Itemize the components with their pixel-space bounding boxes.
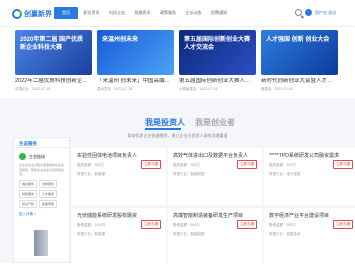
service-tag[interactable]: 人才服务	[39, 189, 58, 198]
news-card[interactable]: 来温州创未来「来温州 创未来」中国高端人才交流会温州发布 · 2022-07-1…	[97, 30, 174, 92]
nav-home[interactable]: 首页	[54, 7, 78, 19]
details-link[interactable]: 进入详情 >	[19, 212, 64, 217]
project-title[interactable]: *****TPO系统研发公司融资需求	[269, 152, 353, 159]
news-title[interactable]: 「来温州 创未来」中国高端人才交流会	[97, 78, 174, 85]
project-card[interactable]: *****TPO系统研发公司融资需求 融资金额：200万 所属行业：电子信息 立即沟通	[264, 148, 355, 205]
project-title[interactable]: 数字经济产业平台建设项目	[269, 212, 353, 219]
news-card[interactable]: 人才强国 创新 创业大会新时代创新创业大会暨人才交流会 组委会 · 2022-07…	[261, 30, 338, 92]
project-card[interactable]: 实验性固体电池项目负责人 融资金额：500万 所属行业：新能源 立即沟通	[72, 148, 166, 205]
project-industry: 所属行业：智能制造	[173, 172, 205, 176]
building-illustration	[34, 230, 48, 256]
tab-investor[interactable]: 我是投资人	[145, 117, 185, 128]
header-tools: 用户名 退出	[295, 9, 336, 16]
sidebar-description: 企业在创业过程中需要各种生态资源服务，帮助企业快速对接所需资源。	[19, 163, 65, 176]
service-tags: 融资服务 法律服务 财税服务 人才服务 知识产权 政策申报	[19, 179, 64, 208]
nav-item[interactable]: 企业动态	[182, 7, 206, 19]
service-tag[interactable]: 知识产权	[19, 199, 38, 208]
avatar[interactable]	[305, 9, 312, 16]
sidebar-title: 生态服务	[14, 138, 69, 148]
news-banner[interactable]: 来温州创未来	[97, 30, 174, 75]
project-card[interactable]: 高端智能制造装备研发生产项目 融资金额：800万 所属行业：智能制造 立即沟通	[168, 208, 262, 265]
logo-icon	[12, 9, 22, 19]
user-name[interactable]: 用户名 退出	[315, 10, 336, 16]
contact-button[interactable]: 立即沟通	[333, 220, 353, 229]
project-title[interactable]: 高端智能制造装备研发生产项目	[173, 212, 257, 219]
service-tag[interactable]: 政策申报	[39, 199, 58, 208]
project-title[interactable]: 光伏储能系统研发股权融资	[77, 212, 161, 219]
main-nav: 首页 职位资讯 科技企业 投融资讯 政策服务 企业动态 招聘通知	[54, 7, 233, 19]
contact-button[interactable]: 立即沟通	[141, 160, 161, 169]
section-tabs: 我是投资人 我是创业者	[145, 117, 235, 128]
service-tag[interactable]: 财税服务	[19, 189, 38, 198]
project-industry: 所属行业：新能源	[77, 172, 105, 176]
service-tag[interactable]: 法律服务	[39, 179, 58, 188]
news-meta: 温州发布 · 2022-07-15	[97, 87, 133, 91]
project-card[interactable]: 光伏储能系统研发股权融资 融资金额：1000万 所属行业：新能源 立即沟通	[72, 208, 166, 265]
news-title[interactable]: 2022年二届优质科技创新企业赛开幕仪式	[15, 78, 92, 85]
news-meta: 大赛组委会 · 2022-07-15	[179, 87, 218, 91]
contact-button[interactable]: 立即沟通	[333, 160, 353, 169]
project-card[interactable]: 高效气体进出口及数据平台负责人 融资金额：300万 所属行业：智能制造 立即沟通	[168, 148, 262, 205]
project-title[interactable]: 实验性固体电池项目负责人	[77, 152, 161, 159]
leaf-icon	[19, 153, 26, 160]
contact-button[interactable]: 立即沟通	[141, 220, 161, 229]
tab-founder[interactable]: 我是创业者	[195, 117, 235, 128]
nav-item[interactable]: 招聘通知	[207, 7, 231, 19]
news-meta: 组委会 · 2022-07-15	[261, 87, 293, 91]
news-meta: 中国企业 · 2022-07-15	[15, 87, 51, 91]
nav-item[interactable]: 政策服务	[156, 7, 180, 19]
project-grid: 实验性固体电池项目负责人 融资金额：500万 所属行业：新能源 立即沟通 高效气体进出…	[72, 148, 355, 265]
news-banner[interactable]: 2020年第二届 国产优质新企业科技大赛	[15, 30, 92, 75]
nav-item[interactable]: 职位资讯	[80, 7, 104, 19]
news-card[interactable]: 2020年第二届 国产优质新企业科技大赛 2022年二届优质科技创新企业赛开幕仪式…	[15, 30, 92, 92]
service-tag[interactable]: 融资服务	[19, 179, 38, 188]
contact-button[interactable]: 立即沟通	[237, 160, 257, 169]
news-card[interactable]: 第五届国际创新创业大赛 人才交流会第五届国际创新创业大赛人才交流会开幕大赛组委会…	[179, 30, 256, 92]
project-title[interactable]: 高效气体进出口及数据平台负责人	[173, 152, 257, 159]
project-card[interactable]: 数字经济产业平台建设项目 融资金额：500万 所属行业：信息技术 立即沟通	[264, 208, 355, 265]
project-industry: 所属行业：电子信息	[269, 172, 301, 176]
news-banner[interactable]: 人才强国 创新 创业大会	[261, 30, 338, 75]
nav-item[interactable]: 投融资讯	[131, 7, 155, 19]
project-industry: 所属行业：智能制造	[173, 232, 205, 236]
news-title[interactable]: 新时代创新创业大会暨人才交流会	[261, 78, 338, 85]
contact-button[interactable]: 立即沟通	[237, 220, 257, 229]
sidebar-item[interactable]: 生态链接	[19, 153, 64, 160]
project-industry: 所属行业：信息技术	[269, 232, 301, 236]
search-icon[interactable]	[295, 9, 302, 16]
ecosystem-sidebar: 生态服务 生态链接 企业在创业过程中需要各种生态资源服务，帮助企业快速对接所需资…	[13, 137, 70, 263]
logo[interactable]: 创赢新界	[12, 8, 54, 20]
nav-item[interactable]: 科技企业	[105, 7, 129, 19]
active-tab-indicator	[145, 128, 181, 130]
news-cards: 2020年第二届 国产优质新企业科技大赛 2022年二届优质科技创新企业赛开幕仪式…	[15, 30, 338, 92]
project-industry: 所属行业：新能源	[77, 232, 105, 236]
news-title[interactable]: 第五届国际创新创业大赛人才交流会开幕	[179, 78, 256, 85]
news-banner[interactable]: 第五届国际创新创业大赛 人才交流会	[179, 30, 256, 75]
top-navbar: 创赢新界 首页 职位资讯 科技企业 投融资讯 政策服务 企业动态 招聘通知 用户…	[0, 0, 355, 27]
